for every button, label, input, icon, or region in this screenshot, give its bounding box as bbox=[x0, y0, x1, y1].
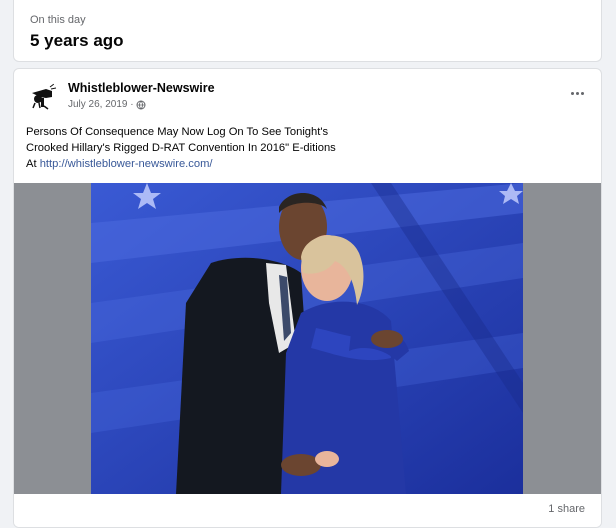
globe-icon bbox=[136, 100, 146, 109]
photo-illustration bbox=[91, 183, 523, 494]
post-text-line-3: At http://whistleblower-newswire.com/ bbox=[26, 156, 586, 172]
post-date[interactable]: July 26, 2019 · bbox=[68, 99, 134, 110]
post-footer: 1 share bbox=[14, 494, 601, 527]
share-count[interactable]: 1 share bbox=[548, 503, 585, 515]
post-text-line-2: Crooked Hillary's Rigged D-RAT Conventio… bbox=[26, 142, 336, 154]
post-card: Whistleblower-Newswire July 26, 2019 · P… bbox=[13, 68, 602, 528]
post-text-line-1: Persons Of Consequence May Now Log On To… bbox=[26, 126, 329, 138]
post-text: Persons Of Consequence May Now Log On To… bbox=[26, 124, 586, 172]
memory-header: On this day 5 years ago bbox=[13, 0, 602, 62]
page-name-link[interactable]: Whistleblower-Newswire bbox=[68, 81, 215, 95]
whistleblower-logo-icon bbox=[26, 79, 58, 111]
post-text-at: At bbox=[26, 158, 40, 170]
post-meta: July 26, 2019 · bbox=[68, 99, 146, 110]
memory-title: 5 years ago bbox=[30, 31, 124, 50]
post-media[interactable] bbox=[14, 183, 601, 494]
more-options-icon[interactable] bbox=[565, 83, 589, 103]
post-photo[interactable] bbox=[91, 183, 523, 494]
memory-label: On this day bbox=[30, 14, 86, 26]
page-avatar[interactable] bbox=[26, 79, 58, 111]
post-link[interactable]: http://whistleblower-newswire.com/ bbox=[40, 158, 213, 170]
